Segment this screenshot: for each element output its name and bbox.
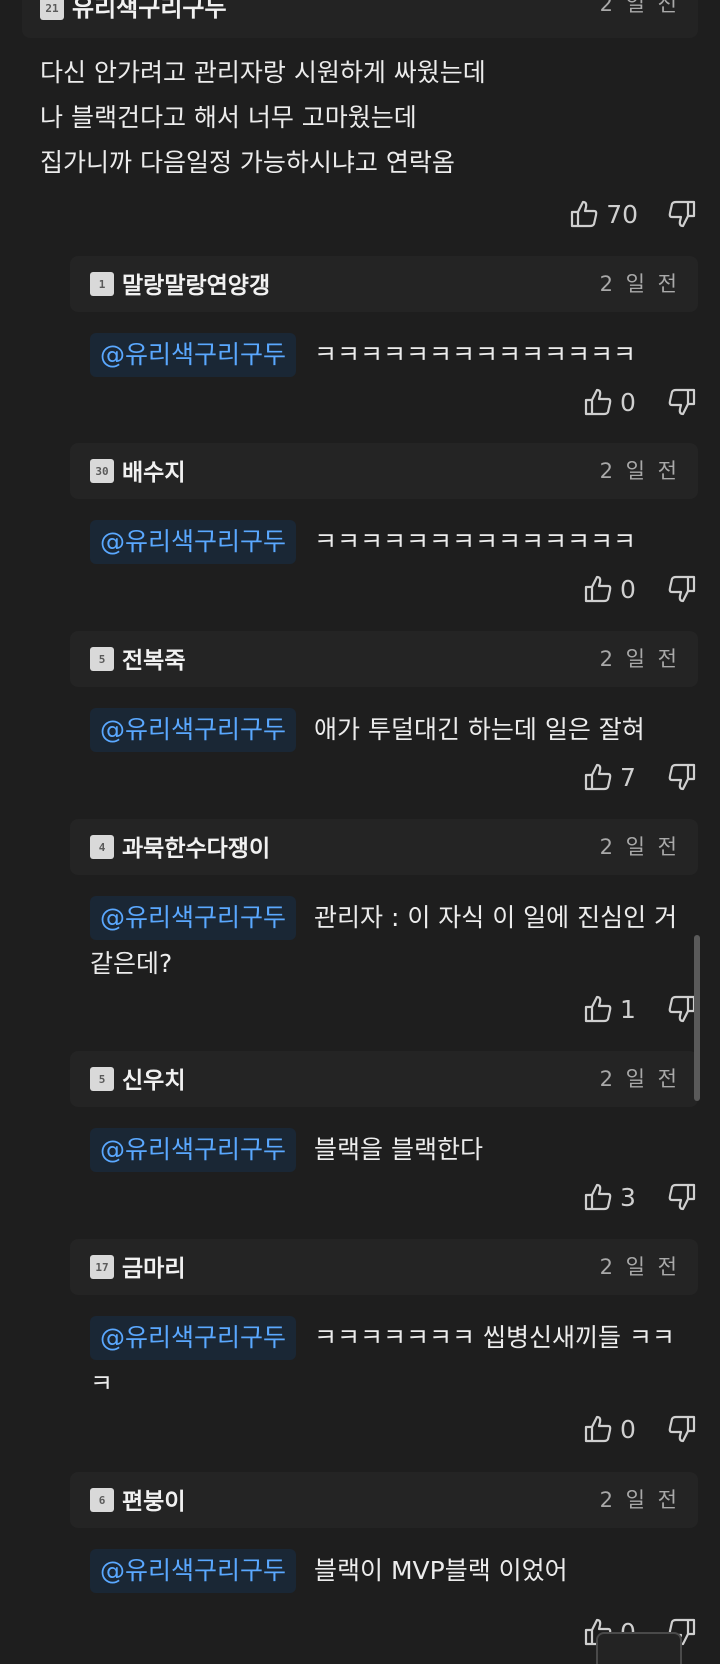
level-badge: 4 [90,835,114,859]
level-badge: 6 [90,1488,114,1512]
reply-text: 블랙이 MVP블랙 이었어 [314,1556,568,1585]
vote-bar: 0 [582,571,698,607]
reply-text: ㅋㅋㅋㅋㅋㅋㅋㅋㅋㅋㅋㅋㅋㅋ [314,527,637,556]
vote-bar: 70 [568,196,698,232]
reply-time: 2 일 전 [599,647,680,671]
like-count: 0 [620,574,636,604]
reply-author[interactable]: 말랑말랑연양갱 [122,266,270,300]
comment-header: 21 유리색구리구두 2 일 전 [22,0,698,38]
comment-author[interactable]: 유리색구리구두 [72,0,227,23]
level-badge: 5 [90,1067,114,1091]
reply-time: 2 일 전 [599,272,680,296]
reply-time: 2 일 전 [599,1255,680,1279]
thumbs-down-icon[interactable] [666,573,698,605]
level-badge: 17 [90,1255,114,1279]
like-count: 0 [620,387,636,417]
vote-bar: 3 [582,1179,698,1215]
level-badge: 1 [90,272,114,296]
mention-tag[interactable]: @유리색구리구두 [90,1316,297,1360]
mention-tag[interactable]: @유리색구리구두 [90,708,297,752]
reply-time: 2 일 전 [599,459,680,483]
scrollbar[interactable] [694,935,700,1101]
reply-header: 5 신우치 2 일 전 [70,1051,698,1107]
thumbs-up-icon[interactable] [582,761,614,793]
mention-tag[interactable]: @유리색구리구두 [90,333,297,377]
thumbs-down-icon[interactable] [666,1181,698,1213]
thumbs-down-icon[interactable] [666,198,698,230]
level-badge: 21 [40,0,64,20]
thumbs-up-icon[interactable] [582,1413,614,1445]
reply-time: 2 일 전 [599,1488,680,1512]
reply-time: 2 일 전 [599,835,680,859]
like-count: 7 [620,762,636,792]
reply-body: @유리색구리구두 ㅋㅋㅋㅋㅋㅋㅋ 씹병신새끼들 ㅋㅋㅋ [90,1315,695,1407]
reply-author[interactable]: 신우치 [122,1061,185,1095]
reply-body: @유리색구리구두 애가 투덜대긴 하는데 일은 잘혀 [90,707,695,753]
reply-time: 2 일 전 [599,1067,680,1091]
reply-header: 30 배수지 2 일 전 [70,443,698,499]
reply-body: @유리색구리구두 ㅋㅋㅋㅋㅋㅋㅋㅋㅋㅋㅋㅋㅋㅋ [90,332,695,378]
like-count: 70 [606,199,638,229]
vote-bar: 0 [582,384,698,420]
thumbs-down-icon[interactable] [666,1413,698,1445]
thumbs-down-icon[interactable] [666,761,698,793]
level-badge: 5 [90,647,114,671]
reply-body: @유리색구리구두 블랙이 MVP블랙 이었어 [90,1548,695,1594]
reply-body: @유리색구리구두 블랙을 블랙한다 [90,1127,695,1173]
vote-bar: 1 [582,991,698,1027]
comment-line: 집가니까 다음일정 가능하시냐고 연락옴 [40,148,455,177]
mention-tag[interactable]: @유리색구리구두 [90,1128,297,1172]
reply-author[interactable]: 금마리 [122,1249,185,1283]
mention-tag[interactable]: @유리색구리구두 [90,520,297,564]
reply-body: @유리색구리구두 관리자 : 이 자식 이 일에 진심인 거 같은데? [90,895,695,987]
reply-header: 17 금마리 2 일 전 [70,1239,698,1295]
level-badge: 30 [90,459,114,483]
reply-author[interactable]: 편붕이 [122,1482,185,1516]
reply-header: 1 말랑말랑연양갱 2 일 전 [70,256,698,312]
vote-bar: 0 [582,1411,698,1447]
reply-text: ㅋㅋㅋㅋㅋㅋㅋㅋㅋㅋㅋㅋㅋㅋ [314,340,637,369]
comment-time: 2 일 전 [599,0,680,16]
thumbs-up-icon[interactable] [582,1181,614,1213]
reply-author[interactable]: 과묵한수다쟁이 [122,829,270,863]
thumbs-down-icon[interactable] [666,386,698,418]
like-count: 3 [620,1182,636,1212]
reply-header: 5 전복죽 2 일 전 [70,631,698,687]
reply-body: @유리색구리구두 ㅋㅋㅋㅋㅋㅋㅋㅋㅋㅋㅋㅋㅋㅋ [90,519,695,565]
reply-author[interactable]: 배수지 [122,453,185,487]
mention-tag[interactable]: @유리색구리구두 [90,1549,297,1593]
reply-text: 블랙을 블랙한다 [314,1135,483,1164]
thumbs-up-icon[interactable] [582,573,614,605]
reply-header: 6 편붕이 2 일 전 [70,1472,698,1528]
bottom-handle[interactable] [596,1632,682,1664]
reply-author[interactable]: 전복죽 [122,641,185,675]
like-count: 1 [620,994,636,1024]
thumbs-up-icon[interactable] [582,386,614,418]
thumbs-up-icon[interactable] [568,198,600,230]
like-count: 0 [620,1414,636,1444]
comment-body: 다신 안가려고 관리자랑 시원하게 싸웠는데 나 블랙건다고 해서 너무 고마웠… [40,50,680,185]
comment-line: 나 블랙건다고 해서 너무 고마웠는데 [40,103,417,132]
reply-header: 4 과묵한수다쟁이 2 일 전 [70,819,698,875]
mention-tag[interactable]: @유리색구리구두 [90,896,297,940]
thumbs-up-icon[interactable] [582,993,614,1025]
comment-line: 다신 안가려고 관리자랑 시원하게 싸웠는데 [40,58,486,87]
vote-bar: 7 [582,759,698,795]
reply-text: 애가 투덜대긴 하는데 일은 잘혀 [314,715,645,744]
